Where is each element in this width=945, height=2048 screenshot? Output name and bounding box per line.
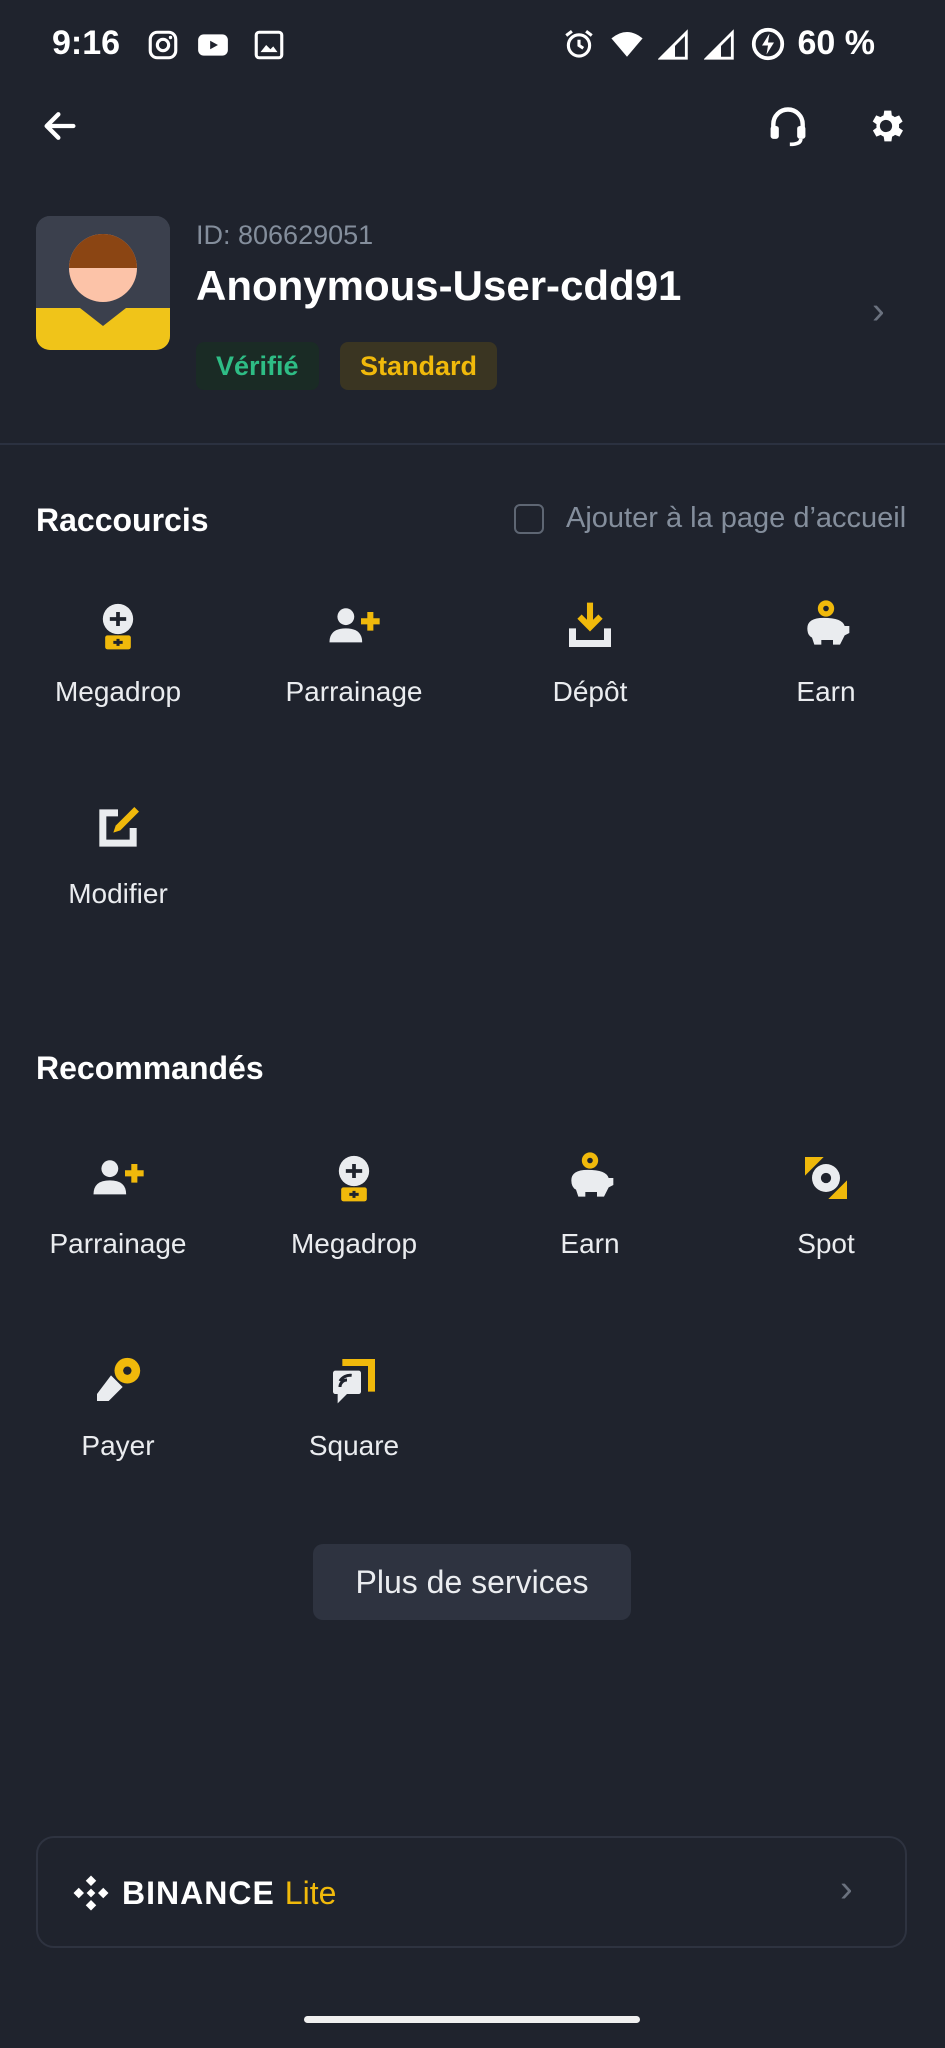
binance-brand: BINANCE <box>122 1874 275 1911</box>
recommended-label: Megadrop <box>290 1228 418 1259</box>
back-button[interactable] <box>30 96 90 156</box>
username: Anonymous-User-cdd91 <box>196 262 682 309</box>
megadrop-icon <box>102 603 134 650</box>
recommended-square[interactable]: Square <box>236 1352 472 1492</box>
lite-chevron-icon: › <box>840 1868 853 1910</box>
status-time: 9:16 <box>52 24 121 62</box>
wifi-icon <box>610 31 643 57</box>
shortcut-earn[interactable]: Earn <box>708 598 944 738</box>
recommended-parrainage[interactable]: Parrainage <box>0 1150 236 1290</box>
pay-icon <box>97 1357 141 1401</box>
gallery-icon <box>254 30 284 60</box>
spot-icon <box>805 1157 847 1199</box>
referral-icon <box>329 608 380 643</box>
shortcut-label: Dépôt <box>552 676 628 707</box>
recommended-label: Parrainage <box>49 1228 187 1259</box>
shortcut-label: Megadrop <box>54 676 182 707</box>
verified-badge: Vérifié <box>196 342 319 390</box>
binance-lite-logo: BINANCE Lite <box>70 1872 336 1914</box>
shortcut-modifier[interactable]: Modifier <box>0 800 236 940</box>
add-to-home-toggle[interactable]: Ajouter à la page d’accueil <box>514 502 906 535</box>
gear-icon <box>872 110 903 142</box>
earn-icon <box>571 1152 614 1197</box>
shortcut-label: Parrainage <box>285 676 423 707</box>
support-button[interactable] <box>758 96 818 156</box>
divider <box>0 443 945 445</box>
youtube-icon <box>198 34 228 56</box>
user-id: ID: 806629051 <box>196 220 374 250</box>
signal-icon <box>703 28 734 60</box>
status-right: 60 % <box>562 24 876 63</box>
earn-icon <box>807 600 850 645</box>
recommended-title: Recommandés <box>36 1050 264 1086</box>
recommended-earn[interactable]: Earn <box>472 1150 708 1290</box>
back-arrow-icon <box>44 112 76 140</box>
home-indicator <box>304 2016 640 2023</box>
battery-saver-icon <box>751 27 784 60</box>
referral-icon <box>93 1160 144 1195</box>
signal-icon <box>657 28 688 60</box>
binance-logo-icon <box>73 1875 109 1911</box>
deposit-icon <box>569 602 611 647</box>
shortcut-megadrop[interactable]: Megadrop <box>0 598 236 738</box>
shortcuts-title: Raccourcis <box>36 502 209 538</box>
add-to-home-label: Ajouter à la page d’accueil <box>566 502 907 534</box>
avatar[interactable] <box>36 216 170 350</box>
add-to-home-checkbox[interactable] <box>514 503 544 534</box>
shortcut-depot[interactable]: Dépôt <box>472 598 708 738</box>
avatar-illustration-icon <box>36 216 170 350</box>
recommended-label: Payer <box>81 1430 155 1461</box>
recommended-spot[interactable]: Spot <box>708 1150 944 1290</box>
megadrop-icon <box>338 1155 370 1202</box>
profile-chevron-icon[interactable]: › <box>872 290 885 333</box>
recommended-label: Spot <box>797 1228 855 1259</box>
battery-percent: 60 % <box>797 24 876 62</box>
settings-button[interactable] <box>856 96 916 156</box>
recommended-megadrop[interactable]: Megadrop <box>236 1150 472 1290</box>
lite-label: Lite <box>284 1874 337 1911</box>
shortcut-parrainage[interactable]: Parrainage <box>236 598 472 738</box>
square-icon <box>333 1359 375 1404</box>
shortcut-label: Earn <box>796 676 856 707</box>
instagram-icon <box>148 30 178 60</box>
tier-badge: Standard <box>340 342 498 390</box>
alarm-icon <box>564 29 593 58</box>
more-services-button[interactable]: Plus de services <box>313 1544 631 1620</box>
recommended-payer[interactable]: Payer <box>0 1352 236 1492</box>
shortcut-label: Modifier <box>68 878 168 909</box>
recommended-label: Square <box>308 1430 400 1461</box>
headset-icon <box>770 107 806 147</box>
edit-icon <box>99 807 139 847</box>
recommended-label: Earn <box>560 1228 620 1259</box>
